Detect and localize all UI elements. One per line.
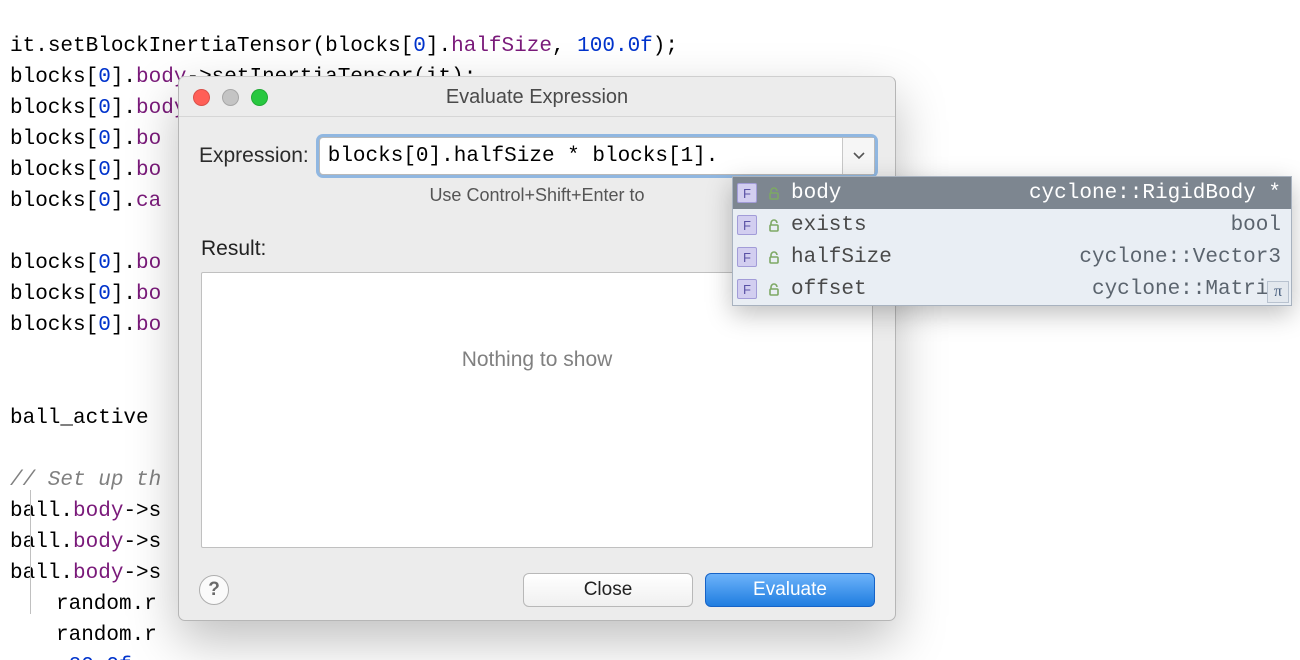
code-line: ball_active <box>10 407 149 430</box>
expression-history-dropdown[interactable] <box>842 138 874 174</box>
code-line <box>10 221 23 244</box>
autocomplete-name: body <box>791 182 841 205</box>
expression-input[interactable] <box>320 138 842 174</box>
code-line: blocks[0].bo <box>10 159 161 182</box>
code-line <box>10 345 23 368</box>
field-badge-icon: F <box>737 183 757 203</box>
pi-hint-icon[interactable]: π <box>1267 281 1289 303</box>
evaluate-expression-dialog: Evaluate Expression Expression: Use Cont… <box>178 76 896 621</box>
code-line: blocks[0].bo <box>10 128 161 151</box>
result-label: Result: <box>201 237 266 261</box>
code-line: blocks[0].bo <box>10 252 161 275</box>
field-badge-icon: F <box>737 247 757 267</box>
code-line: -20.0f <box>10 655 132 660</box>
code-line: blocks[0].bo <box>10 283 161 306</box>
autocomplete-type: bool <box>1231 214 1281 237</box>
autocomplete-type: cyclone::RigidBody * <box>1029 182 1281 205</box>
dialog-title: Evaluate Expression <box>179 77 895 117</box>
code-line: ball.body->s <box>10 562 161 585</box>
code-line: blocks[0].bo <box>10 314 161 337</box>
window-controls <box>193 89 268 106</box>
autocomplete-item[interactable]: F halfSize cyclone::Vector3 <box>733 241 1291 273</box>
code-line: blocks[0].ca <box>10 190 161 213</box>
autocomplete-popup: F body cyclone::RigidBody * F exists boo… <box>732 176 1292 306</box>
code-line: // Set up th <box>10 469 161 492</box>
code-line: it.setBlockInertiaTensor(blocks[0].halfS… <box>10 35 678 58</box>
autocomplete-item[interactable]: F body cyclone::RigidBody * <box>733 177 1291 209</box>
autocomplete-name: offset <box>791 278 867 301</box>
titlebar[interactable]: Evaluate Expression <box>179 77 895 117</box>
autocomplete-type: cyclone::Vector3 <box>1079 246 1281 269</box>
minimize-window-button[interactable] <box>222 89 239 106</box>
help-button[interactable]: ? <box>199 575 229 605</box>
field-badge-icon: F <box>737 279 757 299</box>
chevron-down-icon <box>853 152 865 160</box>
close-button[interactable]: Close <box>523 573 693 607</box>
code-line: random.r <box>10 624 157 647</box>
field-badge-icon: F <box>737 215 757 235</box>
result-area[interactable]: Nothing to show <box>201 272 873 548</box>
fold-guide <box>30 490 31 614</box>
code-line <box>10 438 23 461</box>
autocomplete-type: cyclone::Matrix <box>1092 278 1281 301</box>
evaluate-button[interactable]: Evaluate <box>705 573 875 607</box>
expression-box <box>319 137 875 175</box>
code-line: ball.body->s <box>10 531 161 554</box>
unlocked-icon <box>767 218 781 232</box>
result-placeholder: Nothing to show <box>462 348 613 372</box>
code-line <box>10 376 23 399</box>
unlocked-icon <box>767 250 781 264</box>
code-line: ball.body->s <box>10 500 161 523</box>
unlocked-icon <box>767 186 781 200</box>
close-window-button[interactable] <box>193 89 210 106</box>
expression-label: Expression: <box>199 144 309 168</box>
autocomplete-item[interactable]: F offset cyclone::Matrix <box>733 273 1291 305</box>
zoom-window-button[interactable] <box>251 89 268 106</box>
code-line: random.r <box>10 593 157 616</box>
unlocked-icon <box>767 282 781 296</box>
autocomplete-item[interactable]: F exists bool <box>733 209 1291 241</box>
autocomplete-name: halfSize <box>791 246 892 269</box>
help-icon: ? <box>208 579 220 601</box>
autocomplete-name: exists <box>791 214 867 237</box>
